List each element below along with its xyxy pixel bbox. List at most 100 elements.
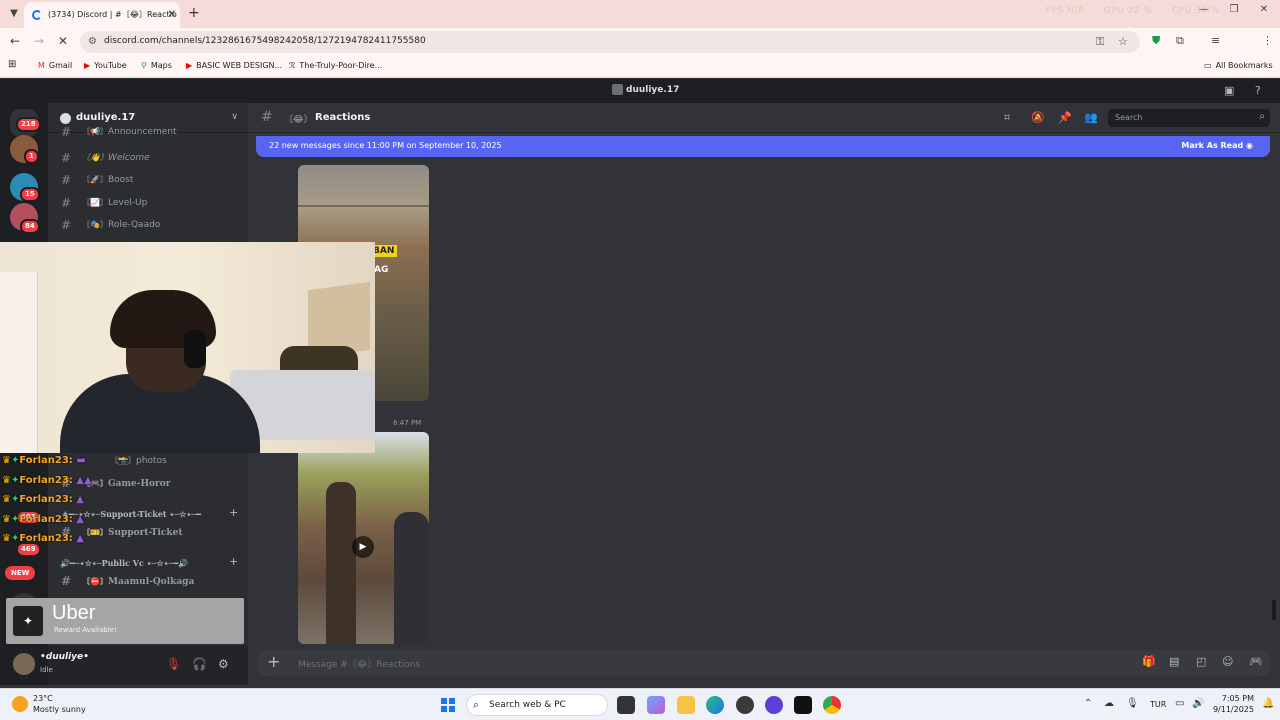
close-window-icon[interactable]: ✕ <box>1258 4 1270 15</box>
bookmark-maps[interactable]: ⚲ Maps <box>141 61 172 70</box>
overlay-chat-line: ♛✦Forlan23: ▲ <box>2 514 84 525</box>
tab-title: (3734) Discord | #〘😂〙Reactio <box>48 10 177 19</box>
fps-readout: FPS N/A <box>1045 6 1085 16</box>
headphones-icon[interactable]: 🎧 <box>192 657 207 671</box>
uber-notification[interactable]: ✦ Uber Reward Available! <box>6 598 244 644</box>
inbox-icon[interactable]: ▣ <box>1224 84 1234 97</box>
chevron-down-icon[interactable]: ∨ <box>231 112 238 122</box>
member-list-icon[interactable]: 👥 <box>1084 111 1098 124</box>
category-public-vc[interactable]: 🔊━─⋆☆⋆─Public Vc ⋆─☆⋆─━🔊 <box>60 558 188 568</box>
mic-muted-icon[interactable]: 🎙 <box>166 657 181 671</box>
emoji-icon[interactable]: ☺ <box>1222 655 1233 668</box>
bookmark-basic-web-design[interactable]: ▶ BASIC WEB DESIGN... <box>186 61 282 70</box>
bookmark-star-icon[interactable]: ☆ <box>1118 35 1128 48</box>
channel-welcome[interactable]: # 〘👋〙Welcome <box>56 148 240 168</box>
add-channel-icon[interactable]: + <box>229 555 238 568</box>
composer-placeholder[interactable]: Message #〘😂〙Reactions <box>298 657 420 670</box>
site-info-icon[interactable]: ⚙ <box>88 36 97 47</box>
browser-toolbar: ← → ✕ ⚙ discord.com/channels/12328616754… <box>0 28 1280 76</box>
server-badge: 469 <box>16 542 41 557</box>
microphone-icon[interactable]: 🎙 <box>1126 698 1139 709</box>
chrome-icon[interactable] <box>823 696 841 714</box>
chat-emote-icon: ▲▲ <box>76 475 92 486</box>
channel-level-up[interactable]: # 〘📈〙Level-Up <box>56 193 240 213</box>
back-icon[interactable]: ← <box>8 34 22 48</box>
crown-icon: ♛ <box>2 494 11 505</box>
new-tab-icon[interactable]: + <box>188 4 202 22</box>
maximize-icon[interactable]: ❐ <box>1228 4 1240 15</box>
add-attachment-icon[interactable]: + <box>267 652 280 671</box>
stop-icon[interactable]: ✕ <box>56 34 70 48</box>
notification-bell-icon[interactable]: 🔔 <box>1262 698 1274 709</box>
shield-extension-icon[interactable]: ⛊ <box>1152 34 1160 48</box>
system-clock[interactable]: 7:05 PM 9/11/2025 <box>1212 693 1254 715</box>
file-explorer-icon[interactable] <box>677 696 695 714</box>
notification-mute-icon[interactable]: 🔕 <box>1031 111 1045 124</box>
bookmark-truly-poor[interactable]: ℛ The-Truly-Poor-Dire... <box>289 61 382 70</box>
tab-close-icon[interactable]: ✕ <box>168 2 176 28</box>
sticker-icon[interactable]: ◰ <box>1196 655 1206 668</box>
channel-role-qaado[interactable]: # 〘🎭〙Role-Qaado <box>56 215 240 235</box>
help-icon[interactable]: ? <box>1255 84 1261 97</box>
channel-announcement[interactable]: # 〘📢〙Announcement <box>56 125 240 139</box>
hash-icon: # <box>61 574 72 588</box>
password-key-icon[interactable]: ⚿ <box>1096 35 1104 49</box>
github-icon[interactable] <box>736 696 754 714</box>
chevron-up-icon[interactable]: ⌃ <box>1084 698 1092 709</box>
task-view-icon[interactable] <box>617 696 635 714</box>
message-video[interactable]: ▶ <box>298 432 429 644</box>
message-scrollbar[interactable] <box>1272 600 1276 620</box>
copilot-icon[interactable] <box>647 696 665 714</box>
threads-icon[interactable]: ⌗ <box>1004 111 1010 125</box>
gear-icon[interactable]: ⚙ <box>218 657 229 671</box>
hash-icon: # <box>61 218 72 232</box>
volume-icon[interactable]: 🔊 <box>1192 698 1204 709</box>
taskbar-search[interactable]: ⌕ Search web & PC <box>466 694 608 716</box>
url-text[interactable]: discord.com/channels/1232861675498242058… <box>104 36 426 46</box>
discord-title-bar: duuliye.17 ▣ ? <box>0 79 1280 103</box>
taskbar-search-placeholder: Search web & PC <box>489 700 566 710</box>
edge-icon[interactable] <box>706 696 724 714</box>
obs-icon[interactable] <box>765 696 783 714</box>
channel-maamul-qolkaga[interactable]: # 〘⛔〙Maamul-Qolkaga <box>56 571 240 591</box>
search-input[interactable]: Search ⌕ <box>1108 109 1270 127</box>
forward-icon[interactable]: → <box>32 34 46 48</box>
clock-time: 7:05 PM <box>1221 694 1254 703</box>
media-controls-icon[interactable]: ≡ <box>1211 34 1220 47</box>
language-indicator[interactable]: TUR <box>1150 700 1166 709</box>
message-composer[interactable]: + Message #〘😂〙Reactions 🎁 ▤ ◰ ☺ 🎮 <box>258 650 1270 676</box>
maps-icon: ⚲ <box>141 61 147 70</box>
new-messages-bar[interactable]: 22 new messages since 11:00 PM on Septem… <box>256 136 1270 157</box>
network-icon[interactable]: ▭ <box>1175 698 1184 709</box>
gif-icon[interactable]: ▤ <box>1169 655 1179 668</box>
tiktok-icon[interactable] <box>794 696 812 714</box>
channel-title: Reactions <box>315 112 371 123</box>
play-icon[interactable]: ▶ <box>352 536 374 558</box>
pin-icon[interactable]: 📌 <box>1058 111 1072 124</box>
bookmark-youtube[interactable]: ▶ YouTube <box>84 61 127 70</box>
extensions-puzzle-icon[interactable]: ⧉ <box>1176 34 1184 48</box>
uber-logo-icon: ✦ <box>13 606 43 636</box>
activities-icon[interactable]: 🎮 <box>1249 655 1263 668</box>
webcam-overlay <box>0 242 375 453</box>
cloud-icon[interactable]: ☁ <box>1104 698 1114 709</box>
windows-start-icon[interactable] <box>441 698 455 712</box>
channel-photos[interactable]: 〘📸〙photos <box>84 451 268 471</box>
server-badge: 15 <box>20 187 40 202</box>
cpu-readout: CPU 34 % <box>1171 6 1220 16</box>
tab-search-chevron-icon[interactable]: ▼ <box>6 6 22 22</box>
avatar[interactable] <box>13 653 35 675</box>
add-channel-icon[interactable]: + <box>229 506 238 519</box>
minimize-icon[interactable]: — <box>1198 4 1210 15</box>
address-bar[interactable]: ⚙ discord.com/channels/12328616754982420… <box>80 31 1140 53</box>
bookmark-gmail[interactable]: M Gmail <box>38 61 72 70</box>
gift-icon[interactable]: 🎁 <box>1142 655 1156 668</box>
browser-tab-discord[interactable]: (3734) Discord | #〘😂〙Reactio ✕ <box>24 2 180 28</box>
channel-boost[interactable]: # 〘🚀〙Boost <box>56 170 240 190</box>
mark-as-read-button[interactable]: Mark As Read ◉ <box>1181 141 1253 150</box>
browser-menu-icon[interactable]: ⋮ <box>1262 34 1273 47</box>
apps-grid-icon[interactable]: ⊞ <box>8 59 16 70</box>
all-bookmarks[interactable]: ▭ All Bookmarks <box>1204 61 1273 70</box>
new-badge[interactable]: NEW <box>5 566 36 580</box>
crown-icon: ♛ <box>2 533 11 544</box>
